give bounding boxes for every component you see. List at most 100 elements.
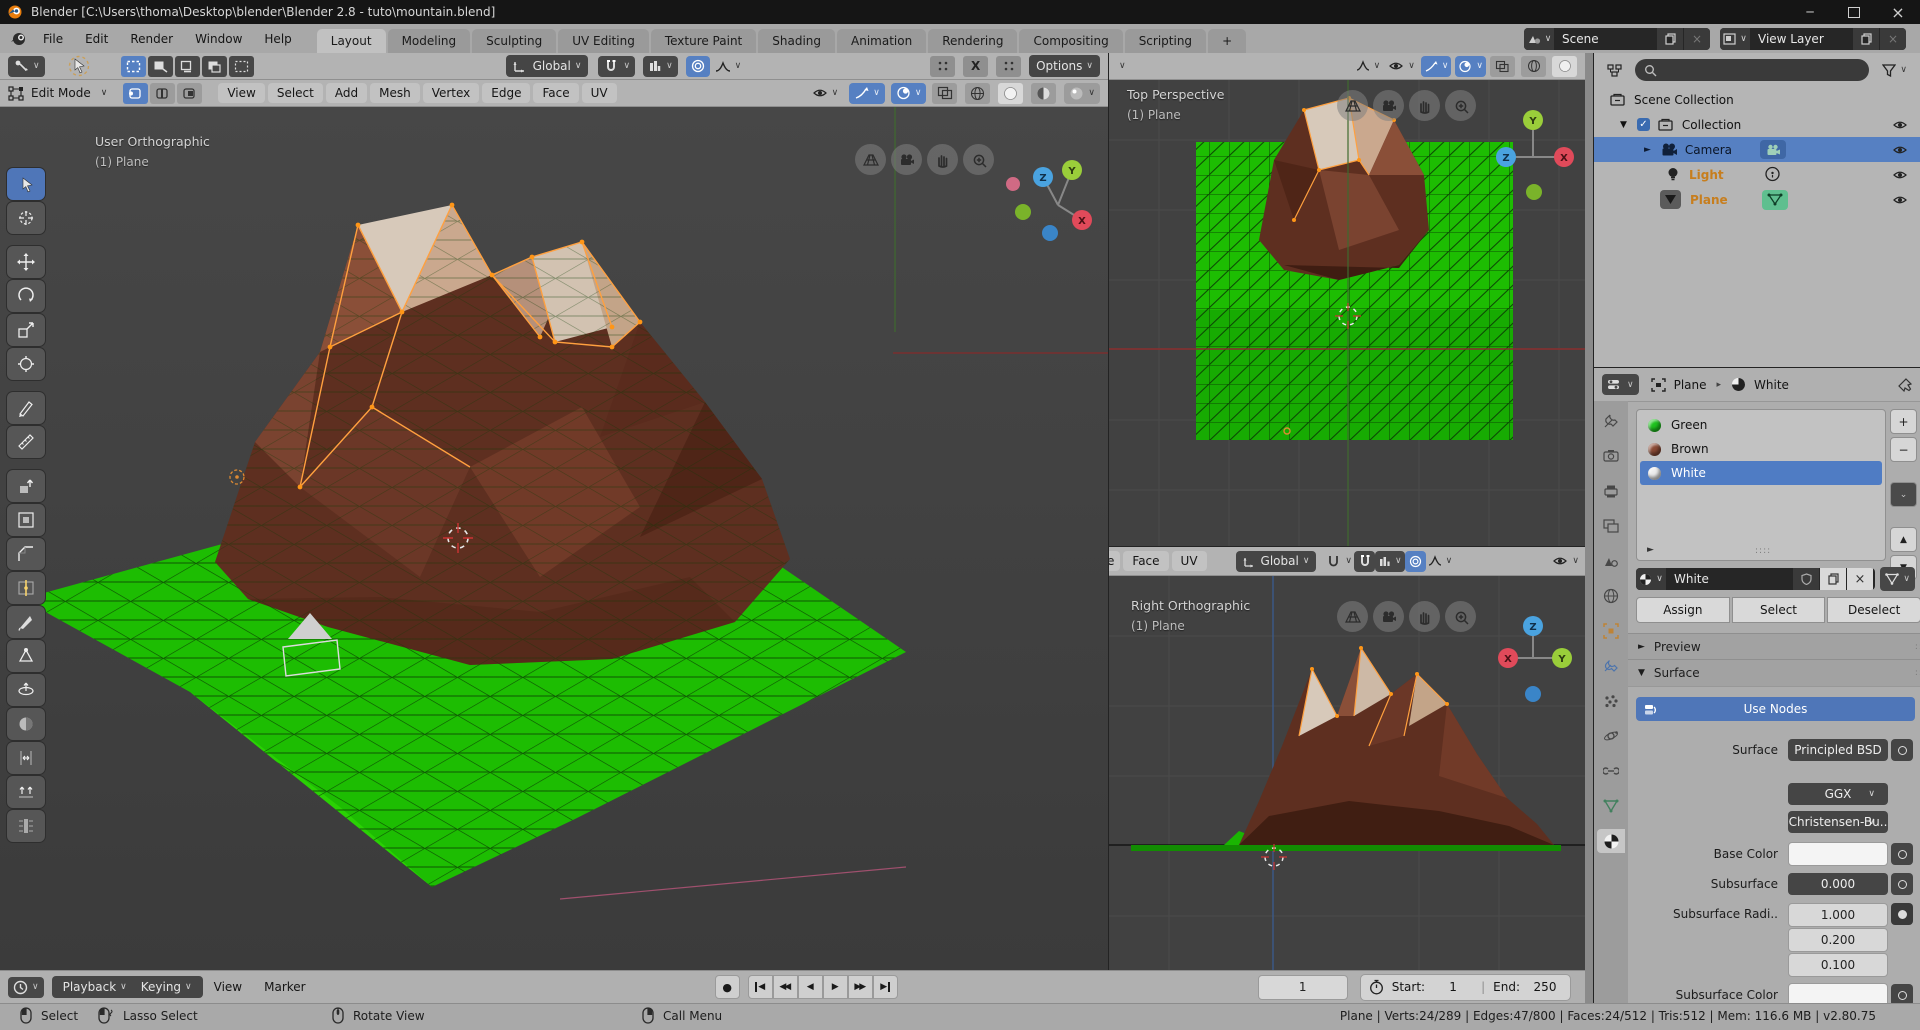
jump-to-end-button[interactable]: ▶ bbox=[873, 975, 898, 999]
mesh-data-dropdown[interactable]: ∨ bbox=[1880, 567, 1915, 591]
shading-solid-button[interactable] bbox=[998, 83, 1023, 104]
pan-view-button[interactable] bbox=[1409, 601, 1440, 632]
falloff-dropdown[interactable]: ∨ bbox=[1426, 551, 1455, 572]
outliner-plane-row[interactable]: Plane bbox=[1594, 187, 1920, 212]
view-layer-selector[interactable]: ∨ View Layer × bbox=[1720, 28, 1906, 50]
tool-extrude-button[interactable] bbox=[7, 470, 45, 502]
gizmos-dropdown[interactable]: ∨ bbox=[849, 83, 885, 104]
playback-menu[interactable]: Playback∨ bbox=[56, 980, 134, 994]
move-slot-up-button[interactable]: ▲ bbox=[1890, 527, 1917, 552]
outliner-light-row[interactable]: Light bbox=[1594, 162, 1920, 187]
main-3d-viewport[interactable]: ∨ Global∨ ∨ ∨ ∨ X Options∨ Edit bbox=[0, 53, 1108, 970]
tool-rotate-button[interactable] bbox=[7, 280, 45, 312]
remove-slot-button[interactable]: − bbox=[1890, 437, 1917, 462]
menu-file[interactable]: File bbox=[32, 24, 74, 53]
tab-scripting[interactable]: Scripting bbox=[1125, 29, 1206, 53]
gizmos-dropdown[interactable]: ∨ bbox=[1421, 56, 1452, 77]
show-hide-dropdown[interactable]: ∨ bbox=[1550, 551, 1581, 572]
slot-green[interactable]: Green bbox=[1640, 413, 1882, 437]
tab-constraints[interactable] bbox=[1597, 759, 1625, 783]
node-socket-button[interactable] bbox=[1891, 843, 1913, 865]
menu-help[interactable]: Help bbox=[253, 24, 302, 53]
properties-editor-icon[interactable]: ∨ bbox=[1602, 374, 1639, 395]
select-mode-set-button[interactable] bbox=[121, 56, 146, 77]
zoom-view-button[interactable] bbox=[963, 144, 994, 175]
filter-funnel-icon[interactable]: ∨ bbox=[1877, 60, 1912, 81]
breadcrumb-object[interactable]: Plane bbox=[1674, 378, 1707, 392]
menu-edge-clipped[interactable]: e bbox=[1109, 551, 1120, 571]
tool-select-box-button[interactable] bbox=[7, 168, 45, 200]
node-socket-button[interactable] bbox=[1891, 739, 1913, 761]
slot-specials-dropdown[interactable]: ⌄ bbox=[1890, 482, 1917, 507]
camera-view-button[interactable] bbox=[1373, 601, 1404, 632]
face-select-button[interactable] bbox=[177, 83, 202, 104]
menu-edit[interactable]: Edit bbox=[74, 24, 119, 53]
tool-bevel-button[interactable] bbox=[7, 538, 45, 570]
menu-mesh[interactable]: Mesh bbox=[370, 83, 420, 103]
tab-modifiers[interactable] bbox=[1597, 654, 1625, 678]
timeline-editor-icon[interactable]: ∨ bbox=[8, 977, 44, 998]
tool-edge-slide-button[interactable] bbox=[7, 742, 45, 774]
maximize-button[interactable] bbox=[1832, 0, 1876, 24]
outliner-search-input[interactable] bbox=[1635, 59, 1869, 81]
tab-object-data[interactable] bbox=[1597, 794, 1625, 818]
timeline-view-menu[interactable]: View bbox=[203, 971, 253, 1004]
transform-orientation-dropdown[interactable]: Global∨ bbox=[1236, 551, 1317, 572]
start-frame-field[interactable]: 1 bbox=[1433, 980, 1473, 994]
tool-cursor-button[interactable] bbox=[7, 202, 45, 234]
distribution-dropdown[interactable]: GGX∨ bbox=[1788, 783, 1888, 805]
mirror-x-toggle[interactable]: X bbox=[963, 56, 988, 77]
breadcrumb-material[interactable]: White bbox=[1754, 378, 1789, 392]
menu-window[interactable]: Window bbox=[184, 24, 253, 53]
node-socket-button[interactable] bbox=[1891, 903, 1913, 925]
tool-smooth-button[interactable] bbox=[7, 708, 45, 740]
toggle-grid-button[interactable] bbox=[1337, 90, 1368, 121]
light-data-icon[interactable] bbox=[1764, 166, 1781, 183]
shading-wireframe-button[interactable] bbox=[1521, 56, 1546, 77]
axis-orientation-gizmo[interactable]: Z X Y bbox=[1484, 594, 1584, 714]
menu-select[interactable]: Select bbox=[268, 83, 323, 103]
play-button[interactable]: ▶ bbox=[823, 975, 848, 999]
jump-to-start-button[interactable]: ◀ bbox=[748, 975, 773, 999]
select-mode-subtract-button[interactable] bbox=[175, 56, 200, 77]
tab-texture-paint[interactable]: Texture Paint bbox=[651, 29, 756, 53]
camera-view-button[interactable] bbox=[891, 144, 922, 175]
menu-face[interactable]: Face bbox=[533, 83, 578, 103]
toggle-grid-button[interactable] bbox=[855, 144, 886, 175]
tool-shrink-flatten-button[interactable] bbox=[7, 776, 45, 808]
proportional-editing-dropdown[interactable]: ∨ bbox=[1375, 551, 1405, 572]
scene-selector[interactable]: ∨ Scene × bbox=[1524, 28, 1710, 50]
menu-render[interactable]: Render bbox=[119, 24, 184, 53]
branch-triangle-icon[interactable]: ► bbox=[1644, 145, 1651, 155]
snapping-dropdown[interactable]: ∨ bbox=[1324, 551, 1354, 572]
falloff-dropdown[interactable]: ∨ bbox=[1354, 56, 1383, 77]
tab-scene[interactable] bbox=[1597, 549, 1625, 573]
eye-icon[interactable] bbox=[1892, 142, 1908, 158]
top-perspective-viewport[interactable]: ∨ ∨ ∨ ∨ ∨ bbox=[1108, 53, 1585, 546]
xray-toggle[interactable] bbox=[1490, 56, 1515, 77]
overlays-dropdown[interactable]: ∨ bbox=[891, 83, 927, 104]
camera-data-icon[interactable] bbox=[1760, 140, 1786, 159]
right-orthographic-viewport[interactable]: e Face UV Global∨ ∨ ∨ ∨ ∨ bbox=[1108, 546, 1585, 970]
mesh-symmetry-left-icon[interactable] bbox=[930, 56, 955, 77]
proportional-editing-dropdown[interactable]: ∨ bbox=[643, 56, 678, 77]
tool-poly-build-button[interactable] bbox=[7, 640, 45, 672]
mode-dropdown[interactable]: Edit Mode∨ bbox=[8, 86, 107, 101]
menu-vertex[interactable]: Vertex bbox=[423, 83, 480, 103]
scene-copy-icon[interactable] bbox=[1657, 28, 1683, 50]
right-viewport-canvas[interactable]: Right Orthographic (1) Plane Z X Y bbox=[1109, 576, 1585, 970]
list-expand-icon[interactable]: ► bbox=[1647, 545, 1654, 555]
tab-uv-editing[interactable]: UV Editing bbox=[558, 29, 649, 53]
snapping-dropdown[interactable]: ∨ bbox=[598, 56, 635, 77]
shading-solid-button[interactable] bbox=[1552, 56, 1577, 77]
tab-modeling[interactable]: Modeling bbox=[388, 29, 471, 53]
shading-wireframe-button[interactable] bbox=[965, 83, 990, 104]
options-dropdown[interactable]: Options∨ bbox=[1029, 55, 1100, 77]
tab-particles[interactable] bbox=[1597, 689, 1625, 713]
tab-animation[interactable]: Animation bbox=[837, 29, 926, 53]
tool-knife-button[interactable] bbox=[7, 606, 45, 638]
snap-toggle[interactable] bbox=[1354, 551, 1375, 572]
prev-keyframe-button[interactable]: ◀◀ bbox=[773, 975, 798, 999]
tool-spin-button[interactable] bbox=[7, 674, 45, 706]
pan-view-button[interactable] bbox=[1409, 90, 1440, 121]
